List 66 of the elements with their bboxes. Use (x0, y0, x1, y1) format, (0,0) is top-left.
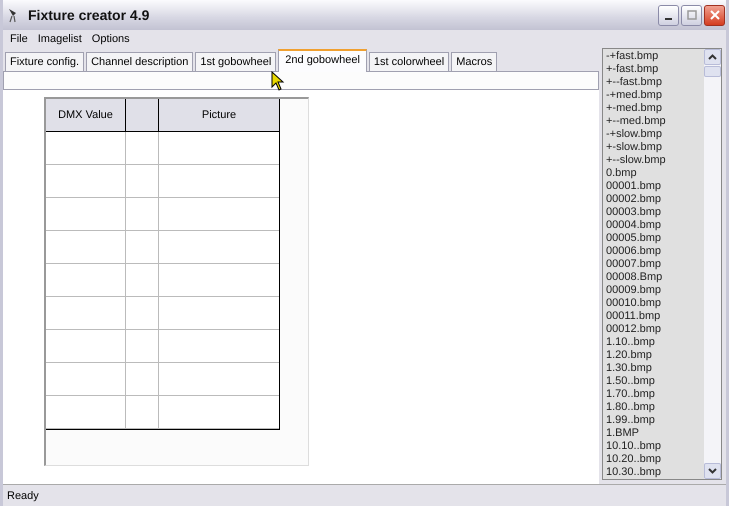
list-item[interactable]: 1.70..bmp (606, 388, 701, 401)
tab[interactable]: 1st gobowheel (195, 52, 276, 71)
list-item[interactable]: +-fast.bmp (606, 63, 701, 76)
list-item[interactable]: 1.10..bmp (606, 336, 701, 349)
list-item[interactable]: 1.50..bmp (606, 375, 701, 388)
list-item[interactable]: 00003.bmp (606, 206, 701, 219)
list-item[interactable]: -+med.bmp (606, 89, 701, 102)
minimize-button[interactable] (658, 4, 679, 26)
list-item[interactable]: 10.20..bmp (606, 453, 701, 466)
list-item[interactable]: -+slow.bmp (606, 128, 701, 141)
list-item[interactable]: +--slow.bmp (606, 154, 701, 167)
list-item[interactable]: -+fast.bmp (606, 50, 701, 63)
tab[interactable]: Macros (451, 52, 498, 71)
cursor-icon (271, 71, 285, 91)
list-item[interactable]: 1.20.bmp (606, 349, 701, 362)
list-item[interactable]: +--med.bmp (606, 115, 701, 128)
table-row[interactable] (46, 363, 279, 396)
status-text: Ready (7, 490, 39, 502)
list-item[interactable]: +-slow.bmp (606, 141, 701, 154)
image-list[interactable] (602, 48, 722, 480)
menu-item[interactable]: Imagelist (32, 32, 87, 44)
list-item[interactable]: 00002.bmp (606, 193, 701, 206)
list-item[interactable]: 1.99..bmp (606, 414, 701, 427)
list-item[interactable]: 1.30.bmp (606, 362, 701, 375)
column-header[interactable]: Picture (159, 99, 279, 132)
list-item[interactable]: 10.10..bmp (606, 440, 701, 453)
list-item[interactable]: 00010.bmp (606, 297, 701, 310)
menu-item[interactable]: Options (86, 32, 135, 44)
table-row[interactable] (46, 396, 279, 429)
table-row[interactable] (46, 330, 279, 363)
list-item[interactable]: 00011.bmp (606, 310, 701, 323)
list-item[interactable]: 00005.bmp (606, 232, 701, 245)
table-row[interactable] (46, 297, 279, 330)
scrollbar[interactable] (704, 49, 721, 479)
scroll-thumb[interactable] (704, 66, 721, 77)
column-header[interactable] (126, 99, 159, 132)
window-title: Fixture creator 4.9 (28, 7, 150, 23)
list-item[interactable]: 1.BMP (606, 427, 701, 440)
column-header[interactable]: DMX Value (46, 99, 126, 132)
close-icon (708, 9, 720, 21)
tab[interactable]: 2nd gobowheel (278, 49, 367, 72)
table-row[interactable] (46, 231, 279, 264)
tab[interactable]: 1st colorwheel (368, 52, 450, 71)
menu-item[interactable]: File (5, 32, 33, 44)
list-item[interactable]: 1.80..bmp (606, 401, 701, 414)
table-row[interactable] (46, 165, 279, 198)
scroll-down-icon[interactable] (704, 463, 721, 479)
table-row[interactable] (46, 198, 279, 231)
list-item[interactable]: 00007.bmp (606, 258, 701, 271)
table-row[interactable] (46, 264, 279, 297)
list-item[interactable]: +--fast.bmp (606, 76, 701, 89)
scroll-up-icon[interactable] (704, 49, 721, 65)
list-item[interactable]: 00004.bmp (606, 219, 701, 232)
maximize-icon (686, 10, 696, 20)
list-item[interactable]: 00009.bmp (606, 284, 701, 297)
minimize-icon (665, 18, 672, 20)
list-item[interactable]: 0.bmp (606, 167, 701, 180)
tab[interactable]: Channel description (86, 52, 194, 71)
list-item[interactable]: +-med.bmp (606, 102, 701, 115)
close-button[interactable] (704, 4, 725, 26)
list-item[interactable]: 10.30..bmp (606, 466, 701, 479)
list-item[interactable]: 00012.bmp (606, 323, 701, 336)
tab[interactable]: Fixture config. (5, 52, 84, 71)
list-item[interactable]: 00001.bmp (606, 180, 701, 193)
list-item[interactable]: 00008.Bmp (606, 271, 701, 284)
list-item[interactable]: 00006.bmp (606, 245, 701, 258)
